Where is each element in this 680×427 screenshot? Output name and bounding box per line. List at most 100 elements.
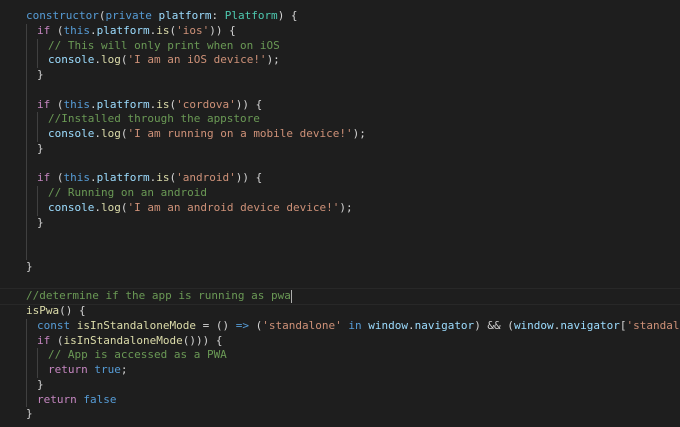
token-keyword: this (63, 171, 91, 185)
code-line-5[interactable]: } (0, 68, 680, 83)
code-line-25[interactable]: return true; (0, 363, 680, 378)
token-variable: window (368, 318, 408, 332)
code-line-27[interactable]: return false (0, 392, 680, 408)
code-line-26[interactable]: } (0, 377, 680, 393)
token-type: Platform (224, 9, 278, 22)
token-string: 'I am running on a mobile device!' (127, 127, 353, 140)
indent-guide (37, 38, 38, 54)
token-keyword: in (348, 318, 362, 332)
indent-guide (37, 53, 38, 68)
indent-guide (26, 186, 27, 201)
token-function: is (156, 171, 170, 185)
token-punctuation: [ (619, 318, 627, 332)
token-punctuation: )) { (235, 97, 263, 111)
indent-guide (37, 348, 38, 363)
token-punctuation: ) && ( (474, 318, 514, 332)
code-line-8[interactable]: //Installed through the appstore (0, 112, 680, 127)
token-property: platform (96, 97, 150, 111)
token-keyword: if (37, 23, 51, 37)
token-keyword: if (37, 171, 51, 185)
code-line-21[interactable]: isPwa() { (0, 304, 680, 319)
code-line-17[interactable] (0, 245, 680, 260)
code-line-7[interactable]: if (this.platform.is('cordova')) { (0, 97, 680, 113)
token-keyword: false (83, 392, 117, 406)
indent-guide (26, 230, 27, 245)
indent-guide (26, 156, 27, 172)
indent-guide (26, 392, 27, 408)
token-parameter: platform (158, 9, 212, 22)
token-property: navigator (560, 318, 620, 332)
token-punctuation: . (94, 200, 101, 214)
code-line-3[interactable]: // This will only print when on iOS (0, 38, 680, 54)
code-editor[interactable]: constructor(private platform: Platform) … (0, 0, 680, 427)
token-function: log (100, 200, 121, 214)
token-punctuation: ( (50, 23, 64, 37)
token-punctuation: ())) { (182, 333, 223, 347)
code-line-24[interactable]: // App is accessed as a PWA (0, 348, 680, 363)
code-line-16[interactable] (0, 230, 680, 245)
indent-guide (26, 348, 27, 363)
code-line-11[interactable] (0, 156, 680, 172)
indent-guide (26, 171, 27, 186)
token-keyword: if (37, 333, 51, 347)
token-keyword: this (63, 97, 91, 111)
code-line-22[interactable]: const isInStandaloneMode = () => ('stand… (0, 318, 680, 334)
token-punctuation: )) { (235, 171, 263, 185)
token-comment: // App is accessed as a PWA (48, 348, 227, 362)
token-punctuation: } (37, 377, 44, 391)
indent-guide (26, 377, 27, 393)
code-line-13[interactable]: // Running on an android (0, 186, 680, 201)
code-line-14[interactable]: console.log('I am an android device devi… (0, 200, 680, 216)
token-punctuation: ( (50, 171, 64, 185)
code-line-20[interactable]: //determine if the app is running as pwa (0, 288, 680, 305)
code-line-9[interactable]: console.log('I am running on a mobile de… (0, 127, 680, 142)
indent-guide (26, 82, 27, 98)
code-line-4[interactable]: console.log('I am an iOS device!'); (0, 53, 680, 68)
token-punctuation: } (26, 259, 33, 273)
token-punctuation: . (407, 318, 415, 332)
indent-guide (26, 333, 27, 349)
token-comment: // This will only print when on iOS (48, 38, 280, 52)
token-variable: window (513, 318, 554, 332)
code-line-28[interactable]: } (0, 407, 680, 422)
token-keyword: private (105, 9, 152, 22)
code-line-15[interactable]: } (0, 215, 680, 231)
token-punctuation: )) { (209, 23, 236, 37)
token-punctuation: = () (195, 318, 236, 332)
token-variable: console (48, 127, 95, 140)
code-line-23[interactable]: if (isInStandaloneMode())) { (0, 333, 680, 349)
token-punctuation: () { (59, 304, 86, 317)
token-function: isInStandaloneMode (76, 318, 196, 332)
indent-guide (37, 363, 38, 378)
indent-guide (26, 200, 27, 216)
indent-guide (26, 23, 27, 39)
token-punctuation: ); (339, 200, 353, 214)
token-punctuation: ( (50, 97, 64, 111)
code-line-19[interactable] (0, 275, 680, 290)
indent-guide (26, 127, 27, 142)
token-function: isPwa (26, 304, 60, 317)
indent-guide (26, 97, 27, 113)
code-line-10[interactable]: } (0, 141, 680, 157)
indent-guide (26, 112, 27, 127)
token-punctuation: . (90, 23, 97, 37)
indent-guide (26, 215, 27, 231)
text-cursor (290, 289, 292, 303)
token-keyword: constructor (26, 9, 99, 22)
code-line-18[interactable]: } (0, 260, 680, 275)
token-property: platform (96, 23, 150, 37)
token-punctuation: ); (352, 127, 366, 140)
token-function: is (156, 97, 170, 111)
indent-guide (37, 200, 38, 216)
token-punctuation: ); (266, 53, 280, 67)
code-line-2[interactable]: if (this.platform.is('ios')) { (0, 23, 680, 39)
token-punctuation: : (211, 9, 225, 22)
token-string: 'standalone' (626, 318, 680, 332)
code-line-1[interactable]: constructor(private platform: Platform) … (0, 9, 680, 24)
token-punctuation: ( (248, 318, 263, 332)
indent-guide (26, 245, 27, 260)
indent-guide (26, 363, 27, 378)
token-punctuation: } (37, 215, 44, 229)
code-line-12[interactable]: if (this.platform.is('android')) { (0, 171, 680, 186)
code-line-6[interactable] (0, 82, 680, 98)
